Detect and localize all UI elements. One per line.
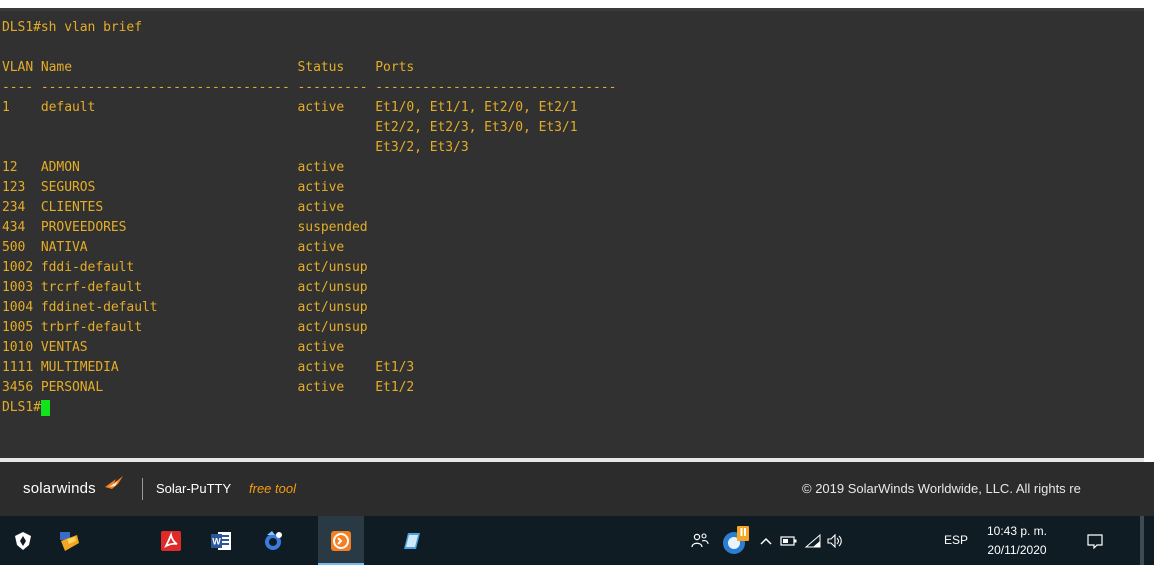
solarwinds-logo[interactable]: solarwinds [23, 480, 96, 497]
terminal-line: 1003 trcrf-default act/unsup [2, 280, 368, 295]
taskbar-app-solar-putty[interactable] [318, 516, 364, 565]
window-edge [1144, 8, 1154, 458]
product-name: Solar-PuTTY [156, 481, 232, 496]
taskbar-app-word[interactable]: W [198, 516, 244, 565]
taskbar-app-vpn[interactable] [0, 516, 46, 565]
terminal-line: ---- -------------------------------- --… [2, 80, 617, 95]
input-language[interactable]: ESP [944, 533, 968, 547]
word-icon: W [211, 531, 231, 550]
terminal-line: VLAN Name Status Ports [2, 60, 415, 75]
battery-icon [780, 535, 797, 546]
tray-wifi[interactable] [802, 516, 824, 565]
terminal-cursor [41, 400, 51, 416]
terminal-line: DLS1# [2, 400, 41, 415]
terminal-line: 12 ADMON active [2, 160, 345, 175]
terminal-line: 1002 fddi-default act/unsup [2, 260, 368, 275]
terminal-line: 1111 MULTIMEDIA active Et1/3 [2, 360, 415, 375]
terminal-line: 3456 PERSONAL active Et1/2 [2, 380, 415, 395]
taskbar-app-2[interactable] [46, 516, 92, 565]
terminal-top-strip [0, 8, 1144, 11]
terminal-window[interactable]: DLS1#sh vlan brief VLAN Name Status Ports… [0, 8, 1144, 458]
vpn-shield-icon [15, 531, 31, 550]
product-tag[interactable]: free tool [249, 481, 296, 496]
people-icon [691, 532, 709, 547]
solarwinds-flame-icon [105, 476, 123, 489]
terminal-line: 1 default active Et1/0, Et1/1, Et2/0, Et… [2, 100, 578, 115]
terminal-line: 123 SEGUROS active [2, 180, 345, 195]
solarwinds-brand-bar: solarwinds Solar-PuTTY free tool © 2019 … [0, 462, 1154, 516]
brand-divider [142, 478, 143, 500]
tray-chevron[interactable] [756, 516, 776, 565]
terminal-line: 1005 trbrf-default act/unsup [2, 320, 368, 335]
solar-putty-icon [331, 530, 351, 551]
windows-taskbar: W ESP 10:43 p. m. 20/11/2020 [0, 516, 1154, 565]
chevron-up-icon [760, 537, 772, 545]
tray-people[interactable] [686, 516, 714, 565]
clock-date[interactable]: 20/11/2020 [982, 543, 1052, 557]
show-desktop-button[interactable] [1140, 516, 1144, 565]
update-warning-icon [723, 525, 749, 554]
volume-icon [827, 533, 842, 548]
pdf-reader-icon [161, 530, 181, 551]
tray-battery[interactable] [778, 516, 800, 565]
taskbar-app-notepad[interactable] [388, 516, 434, 565]
taskbar-app-pdf[interactable] [148, 516, 194, 565]
terminal-line: 234 CLIENTES active [2, 200, 345, 215]
terminal-line: 1010 VENTAS active [2, 340, 345, 355]
terminal-line: Et3/2, Et3/3 [2, 140, 469, 155]
action-center-button[interactable] [1082, 516, 1108, 565]
terminal-line: 434 PROVEEDORES suspended [2, 220, 368, 235]
sticky-app-icon [60, 531, 79, 551]
notification-icon [1087, 533, 1103, 549]
browser-icon [265, 530, 282, 550]
terminal-line: 500 NATIVA active [2, 240, 345, 255]
terminal-line: DLS1#sh vlan brief [2, 20, 142, 35]
taskbar-app-browser[interactable] [250, 516, 296, 565]
svg-text:W: W [212, 536, 221, 546]
wifi-icon [804, 533, 821, 547]
terminal-line: Et2/2, Et2/3, Et3/0, Et3/1 [2, 120, 578, 135]
tray-volume[interactable] [824, 516, 846, 565]
tray-update-alert[interactable] [720, 516, 754, 565]
notepad-icon [404, 532, 420, 549]
clock-time[interactable]: 10:43 p. m. [982, 524, 1052, 538]
copyright-text: © 2019 SolarWinds Worldwide, LLC. All ri… [802, 481, 1081, 496]
terminal-line: 1004 fddinet-default act/unsup [2, 300, 368, 315]
